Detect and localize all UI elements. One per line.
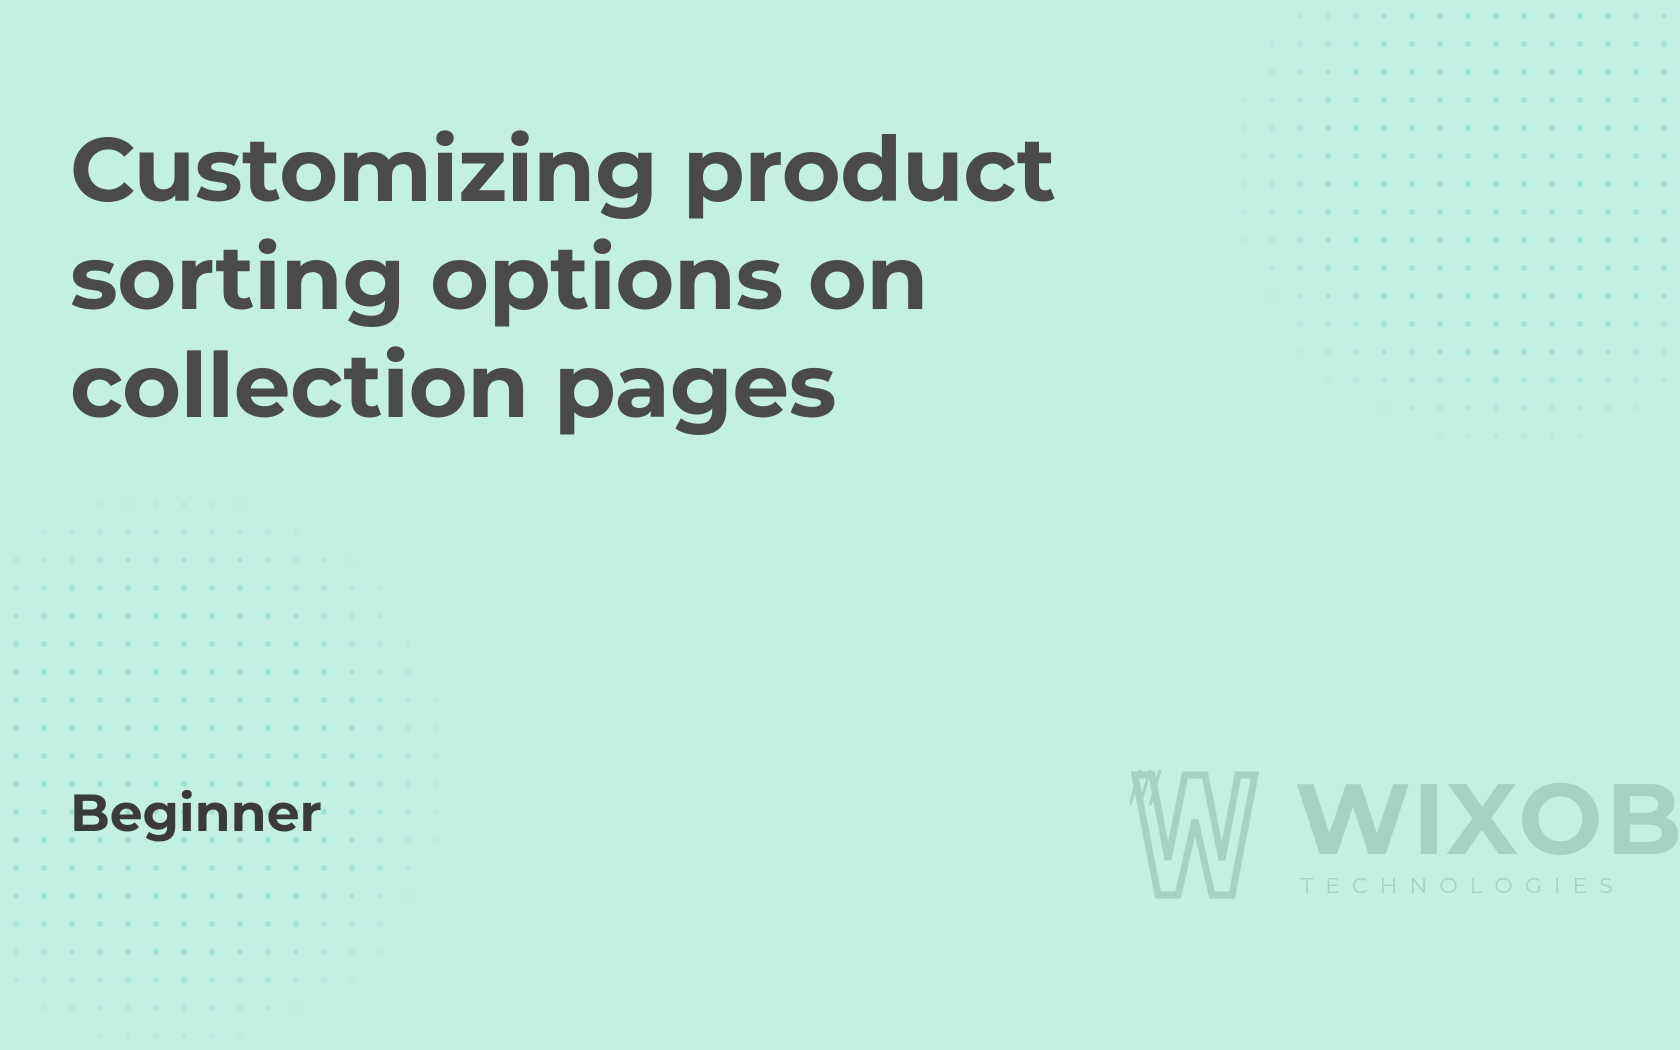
watermark-brand: WIXOB bbox=[1295, 772, 1680, 867]
watermark-logo-icon bbox=[1130, 770, 1270, 900]
decorative-dots-top-right bbox=[1230, 0, 1680, 450]
watermark-text: WIXOB TECHNOLOGIES bbox=[1295, 772, 1680, 899]
decorative-dots-bottom-left bbox=[0, 490, 450, 1050]
page-title: Customizing product sorting options on c… bbox=[70, 115, 1190, 439]
level-badge: Beginner bbox=[70, 782, 322, 845]
watermark-subtitle: TECHNOLOGIES bbox=[1301, 872, 1625, 899]
watermark: WIXOB TECHNOLOGIES bbox=[1130, 770, 1680, 900]
